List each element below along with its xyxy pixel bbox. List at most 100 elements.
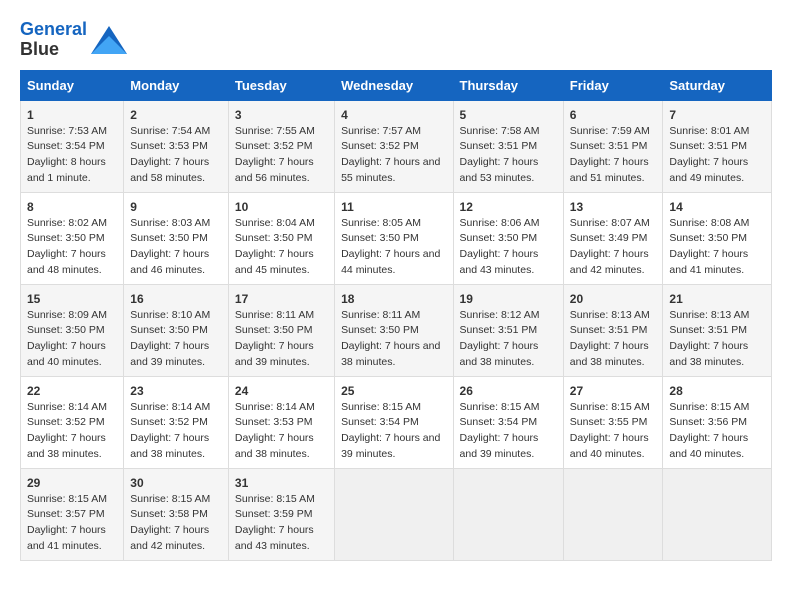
day-number: 5 [460, 106, 557, 124]
calendar-cell: 21Sunrise: 8:13 AM Sunset: 3:51 PM Dayligh… [663, 284, 772, 376]
sunset: Sunset: 3:49 PM [570, 232, 648, 244]
day-number: 1 [27, 106, 117, 124]
sunset: Sunset: 3:52 PM [27, 416, 105, 428]
calendar-cell: 28Sunrise: 8:15 AMSunset: 3:56 PMDayligh… [663, 376, 772, 468]
sunrise: Sunrise: 7:57 AM [341, 125, 421, 137]
sunrise: Sunrise: 8:13 AM [570, 309, 650, 321]
daylight-label: Daylight: 7 hours and 43 minutes. [235, 524, 314, 552]
day-number: 6 [570, 106, 657, 124]
calendar-header-row: SundayMondayTuesdayWednesdayThursdayFrid… [21, 70, 772, 100]
calendar-cell: 16Sunrise: 8:10 AMSunset: 3:50 PMDayligh… [124, 284, 229, 376]
calendar-cell [563, 468, 663, 560]
calendar-week-1: 1Sunrise: 7:53 AMSunset: 3:54 PMDaylight… [21, 100, 772, 192]
sunset: Sunset: 3:51 PM [460, 324, 538, 336]
sunset: Sunset: 3:52 PM [341, 140, 419, 152]
calendar-cell: 24Sunrise: 8:14 AMSunset: 3:53 PMDayligh… [228, 376, 334, 468]
day-number: 3 [235, 106, 328, 124]
daylight-label: Daylight: 7 hours and 38 minutes. [27, 432, 106, 460]
sunset: Sunset: 3:50 PM [235, 324, 313, 336]
sunrise: Sunrise: 8:13 AM [669, 309, 749, 321]
day-number: 10 [235, 198, 328, 216]
daylight-label: Daylight: 7 hours and 43 minutes. [460, 248, 539, 276]
calendar-cell [335, 468, 453, 560]
calendar-cell: 5Sunrise: 7:58 AMSunset: 3:51 PMDaylight… [453, 100, 563, 192]
calendar-cell: 31Sunrise: 8:15 AMSunset: 3:59 PMDayligh… [228, 468, 334, 560]
sunrise: Sunrise: 8:11 AM [235, 309, 314, 321]
calendar-cell: 18Sunrise: 8:11 AMSunset: 3:50 PMDayligh… [335, 284, 453, 376]
day-number: 15 [27, 290, 117, 308]
sunset: Sunset: 3:51 PM [460, 140, 538, 152]
daylight-label: Daylight: 7 hours and 39 minutes. [460, 432, 539, 460]
day-number: 4 [341, 106, 446, 124]
calendar-cell: 27Sunrise: 8:15 AMSunset: 3:55 PMDayligh… [563, 376, 663, 468]
calendar-cell: 15Sunrise: 8:09 AMSunset: 3:50 PMDayligh… [21, 284, 124, 376]
calendar-cell: 4Sunrise: 7:57 AM Sunset: 3:52 PM Daylight… [335, 100, 453, 192]
daylight-label: Daylight: 7 hours and 39 minutes. [235, 340, 314, 368]
sunset: Sunset: 3:50 PM [130, 232, 208, 244]
sunset: Sunset: 3:57 PM [27, 508, 105, 520]
daylight-label: Daylight: 7 hours and 49 minutes. [669, 156, 748, 184]
day-number: 28 [669, 382, 765, 400]
daylight-label: Daylight: 7 hours and 45 minutes. [235, 248, 314, 276]
day-number: 11 [341, 198, 446, 216]
header-saturday: Saturday [663, 70, 772, 100]
logo: GeneralBlue [20, 20, 127, 60]
calendar-cell: 30Sunrise: 8:15 AMSunset: 3:58 PMDayligh… [124, 468, 229, 560]
sunset: Sunset: 3:50 PM [669, 232, 747, 244]
day-number: 9 [130, 198, 222, 216]
daylight-label: Daylight: 7 hours and 55 minutes. [341, 156, 440, 184]
daylight-label: Daylight: 7 hours and 42 minutes. [570, 248, 649, 276]
sunset: Sunset: 3:51 PM [669, 324, 747, 336]
sunset: Sunset: 3:51 PM [669, 140, 747, 152]
sunset: Sunset: 3:54 PM [460, 416, 538, 428]
daylight-label: Daylight: 7 hours and 40 minutes. [669, 432, 748, 460]
sunrise: Sunrise: 8:15 AM [130, 493, 210, 505]
sunrise: Sunrise: 8:15 AM [235, 493, 315, 505]
sunrise: Sunrise: 8:04 AM [235, 217, 315, 229]
calendar-cell: 19Sunrise: 8:12 AMSunset: 3:51 PMDayligh… [453, 284, 563, 376]
header-monday: Monday [124, 70, 229, 100]
calendar-cell: 26Sunrise: 8:15 AMSunset: 3:54 PMDayligh… [453, 376, 563, 468]
daylight-label: Daylight: 7 hours and 48 minutes. [27, 248, 106, 276]
sunset: Sunset: 3:52 PM [130, 416, 208, 428]
daylight-label: Daylight: 7 hours and 40 minutes. [570, 432, 649, 460]
sunrise: Sunrise: 8:15 AM [27, 493, 107, 505]
calendar-cell: 22Sunrise: 8:14 AMSunset: 3:52 PMDayligh… [21, 376, 124, 468]
calendar-week-4: 22Sunrise: 8:14 AMSunset: 3:52 PMDayligh… [21, 376, 772, 468]
day-number: 29 [27, 474, 117, 492]
calendar-cell: 17Sunrise: 8:11 AMSunset: 3:50 PMDayligh… [228, 284, 334, 376]
calendar-cell: 3Sunrise: 7:55 AMSunset: 3:52 PMDaylight… [228, 100, 334, 192]
logo-text: GeneralBlue [20, 20, 87, 60]
sunrise: Sunrise: 7:53 AM [27, 125, 107, 137]
day-number: 21 [669, 290, 765, 308]
day-number: 18 [341, 290, 446, 308]
header-tuesday: Tuesday [228, 70, 334, 100]
calendar-cell: 11Sunrise: 8:05 AMSunset: 3:50 PMDayligh… [335, 192, 453, 284]
sunrise: Sunrise: 8:10 AM [130, 309, 210, 321]
calendar-cell: 10Sunrise: 8:04 AM Sunset: 3:50 PM Dayligh… [228, 192, 334, 284]
sunset: Sunset: 3:50 PM [235, 232, 313, 244]
page-header: GeneralBlue [20, 20, 772, 60]
sunset: Sunset: 3:54 PM [341, 416, 419, 428]
sunset: Sunset: 3:50 PM [27, 324, 105, 336]
daylight-label: Daylight: 7 hours and 39 minutes. [130, 340, 209, 368]
day-number: 25 [341, 382, 446, 400]
sunset: Sunset: 3:58 PM [130, 508, 208, 520]
daylight-label: Daylight: 7 hours and 40 minutes. [27, 340, 106, 368]
calendar-cell: 12Sunrise: 8:06 AMSunset: 3:50 PMDayligh… [453, 192, 563, 284]
day-number: 19 [460, 290, 557, 308]
daylight-label: Daylight: 7 hours and 42 minutes. [130, 524, 209, 552]
sunrise: Sunrise: 8:06 AM [460, 217, 540, 229]
daylight-label: Daylight: 7 hours and 38 minutes. [130, 432, 209, 460]
day-number: 8 [27, 198, 117, 216]
daylight-label: Daylight: 7 hours and 46 minutes. [130, 248, 209, 276]
day-number: 31 [235, 474, 328, 492]
header-friday: Friday [563, 70, 663, 100]
day-number: 20 [570, 290, 657, 308]
daylight-label: Daylight: 7 hours and 38 minutes. [570, 340, 649, 368]
calendar-cell: 8Sunrise: 8:02 AMSunset: 3:50 PMDaylight… [21, 192, 124, 284]
header-thursday: Thursday [453, 70, 563, 100]
daylight-label: Daylight: 7 hours and 39 minutes. [341, 432, 440, 460]
daylight-label: Daylight: 7 hours and 38 minutes. [669, 340, 748, 368]
day-number: 2 [130, 106, 222, 124]
